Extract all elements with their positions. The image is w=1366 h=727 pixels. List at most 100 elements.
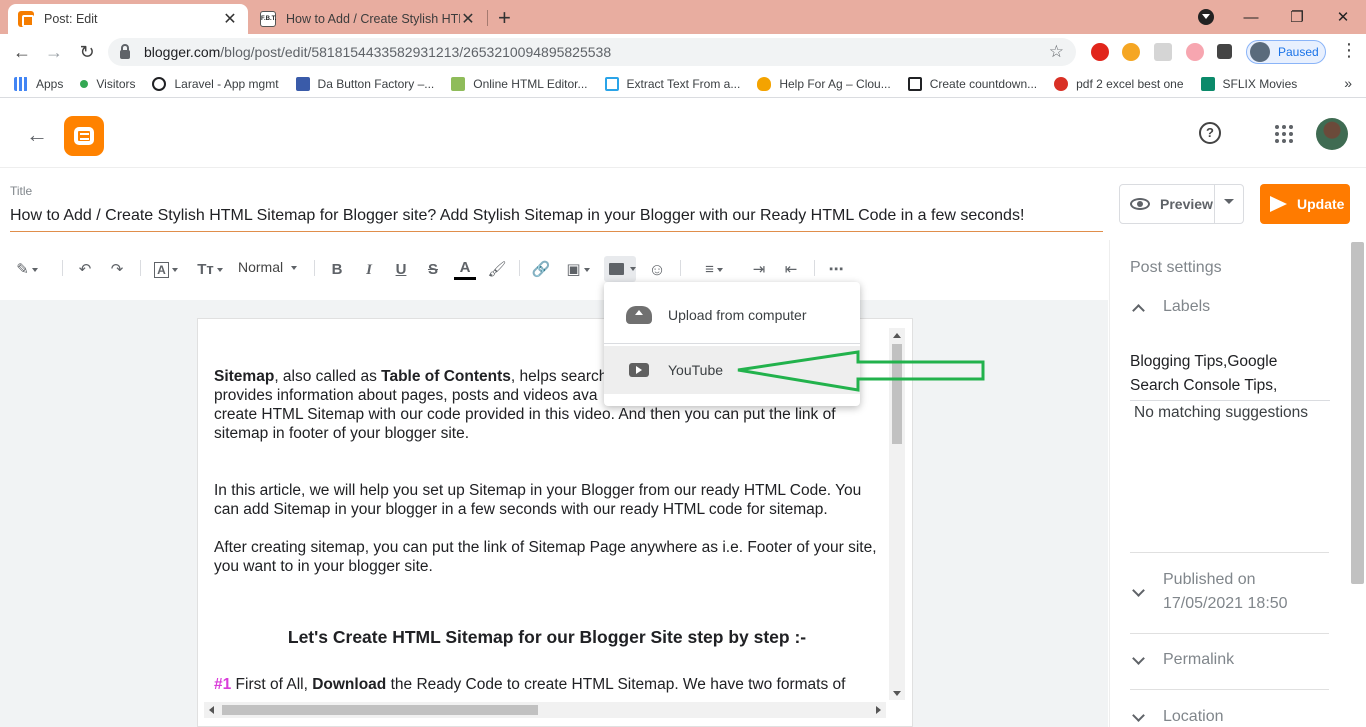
minimize-icon[interactable]: —: [1228, 9, 1274, 26]
scroll-thumb[interactable]: [892, 344, 902, 444]
bookmark-laravel[interactable]: Laravel - App mgmt: [152, 76, 279, 91]
tab-title: How to Add / Create Stylish HTM: [286, 12, 460, 26]
cloud-upload-icon: [626, 306, 652, 324]
update-button[interactable]: Update: [1260, 184, 1350, 224]
location-section-header[interactable]: Location: [1132, 708, 1224, 726]
forward-icon[interactable]: →: [42, 40, 66, 64]
youtube-item[interactable]: YouTube: [604, 346, 860, 394]
bookmark-sflix[interactable]: SFLIX Movies: [1200, 76, 1297, 91]
bookmark-label: Help For Ag – Clou...: [779, 76, 891, 91]
editor-vertical-scrollbar[interactable]: [889, 328, 905, 700]
align-icon[interactable]: ≡: [696, 260, 732, 280]
outdent-icon[interactable]: ⇤: [780, 260, 802, 280]
extension-orange-icon[interactable]: [1122, 43, 1140, 61]
extensions-puzzle-icon[interactable]: [1217, 44, 1232, 59]
font-size-icon[interactable]: Tт: [194, 260, 226, 280]
tab-how-to-add[interactable]: F.B.T. How to Add / Create Stylish HTM ✕: [250, 4, 486, 34]
no-matching-suggestions: No matching suggestions: [1134, 404, 1309, 421]
toolbar-separator: [62, 260, 63, 276]
extension-shield-icon[interactable]: [1154, 43, 1172, 61]
close-icon[interactable]: ✕: [222, 9, 238, 29]
preview-button[interactable]: Preview: [1119, 184, 1244, 224]
link-icon[interactable]: 🔗: [530, 260, 552, 280]
toolbar-separator: [814, 260, 815, 276]
bookmark-label: Apps: [36, 76, 64, 91]
insert-image-icon[interactable]: ▣: [562, 260, 594, 280]
url-host: blogger.com: [144, 44, 221, 60]
bookmark-pdf2excel[interactable]: pdf 2 excel best one: [1054, 76, 1184, 91]
new-tab-icon[interactable]: +: [498, 5, 511, 31]
back-icon[interactable]: ←: [10, 40, 34, 64]
browser-tab-strip: Post: Edit ✕ F.B.T. How to Add / Create …: [0, 0, 1366, 34]
editor-horizontal-scrollbar[interactable]: [204, 702, 886, 718]
extension-red-icon[interactable]: [1091, 43, 1109, 61]
blogger-favicon-icon: [18, 11, 34, 27]
paragraph-style-select[interactable]: Normal: [238, 259, 298, 275]
restore-icon[interactable]: ❐: [1274, 8, 1320, 26]
section-title: Permalink: [1163, 651, 1235, 668]
help-icon[interactable]: ?: [1199, 122, 1221, 144]
menu-divider: [604, 343, 860, 344]
profile-chip[interactable]: Paused: [1246, 40, 1326, 64]
extension-pink-icon[interactable]: [1186, 43, 1204, 61]
bookmark-extract-text[interactable]: Extract Text From a...: [604, 76, 740, 91]
bold-icon[interactable]: B: [326, 260, 348, 280]
apps-grid-icon: [14, 76, 28, 91]
preview-dropdown-icon[interactable]: [1224, 199, 1234, 204]
menu-item-label: Upload from computer: [668, 307, 807, 323]
strikethrough-icon[interactable]: S: [422, 260, 444, 280]
post-title-input[interactable]: How to Add / Create Stylish HTML Sitemap…: [10, 207, 1103, 232]
tab-post-edit[interactable]: Post: Edit ✕: [8, 4, 248, 34]
google-apps-icon[interactable]: [1275, 125, 1293, 143]
bookmark-star-icon[interactable]: ☆: [1049, 42, 1064, 62]
tab-search-icon[interactable]: [1198, 9, 1214, 25]
bookmark-label: Da Button Factory –...: [317, 76, 435, 91]
green-dot-icon: [80, 79, 89, 88]
lock-icon: [120, 43, 130, 59]
back-arrow-icon[interactable]: ←: [26, 122, 48, 148]
bookmarks-overflow-icon[interactable]: »: [1344, 75, 1352, 91]
avatar[interactable]: [1316, 118, 1348, 150]
paragraph: After creating sitemap, you can put the …: [214, 539, 877, 575]
labels-section-header[interactable]: Labels: [1132, 298, 1211, 317]
insert-video-button[interactable]: [604, 256, 636, 282]
scroll-thumb[interactable]: [222, 705, 538, 715]
highlight-icon[interactable]: 🖌: [486, 260, 508, 280]
undo-icon[interactable]: ↶: [74, 260, 96, 280]
redo-icon[interactable]: ↷: [106, 260, 128, 280]
blogger-logo-icon[interactable]: [64, 116, 104, 156]
window-controls: — ❐ ✕: [1228, 0, 1366, 34]
pencil-mode-icon[interactable]: ✎: [12, 260, 42, 280]
font-family-icon[interactable]: A: [150, 260, 182, 280]
sidebar-scrollbar-thumb[interactable]: [1351, 242, 1364, 584]
section-divider: [1130, 689, 1329, 690]
permalink-section-header[interactable]: Permalink: [1132, 651, 1235, 669]
code-icon: [451, 76, 466, 91]
upload-from-computer-item[interactable]: Upload from computer: [604, 291, 860, 339]
post-settings-panel: Post settings Labels Blogging Tips,Googl…: [1109, 240, 1366, 727]
tab-separator: [487, 10, 488, 26]
paragraph: #1 First of All, Download the Ready Code…: [214, 676, 846, 693]
bookmark-label: Create countdown...: [929, 76, 1038, 91]
browser-menu-icon[interactable]: ⋮: [1340, 40, 1358, 61]
text-color-icon[interactable]: A: [454, 260, 476, 280]
close-icon[interactable]: ✕: [460, 9, 476, 29]
indent-icon[interactable]: ⇥: [748, 260, 770, 280]
bookmark-help-for-ag[interactable]: Help For Ag – Clou...: [757, 76, 891, 91]
window-close-icon[interactable]: ✕: [1320, 8, 1366, 26]
emoji-icon[interactable]: ☺: [646, 260, 668, 280]
address-bar[interactable]: blogger.com/blog/post/edit/5818154433582…: [108, 38, 1076, 66]
labels-input[interactable]: Blogging Tips,Google Search Console Tips…: [1130, 350, 1330, 401]
youtube-icon: [629, 363, 649, 377]
reload-icon[interactable]: ↻: [75, 40, 99, 64]
bookmark-button-factory[interactable]: Da Button Factory –...: [295, 76, 435, 91]
bookmark-apps[interactable]: Apps: [14, 76, 64, 91]
bookmark-visitors[interactable]: Visitors: [80, 77, 135, 91]
published-section-header[interactable]: Published on 17/05/2021 18:50: [1132, 568, 1288, 616]
more-options-icon[interactable]: ⋯: [824, 260, 848, 280]
section-title: Labels: [1163, 298, 1211, 315]
bookmark-countdown[interactable]: Create countdown...: [907, 76, 1038, 91]
bookmark-html-editor[interactable]: Online HTML Editor...: [451, 76, 588, 91]
underline-icon[interactable]: U: [390, 260, 412, 280]
italic-icon[interactable]: I: [358, 260, 380, 280]
